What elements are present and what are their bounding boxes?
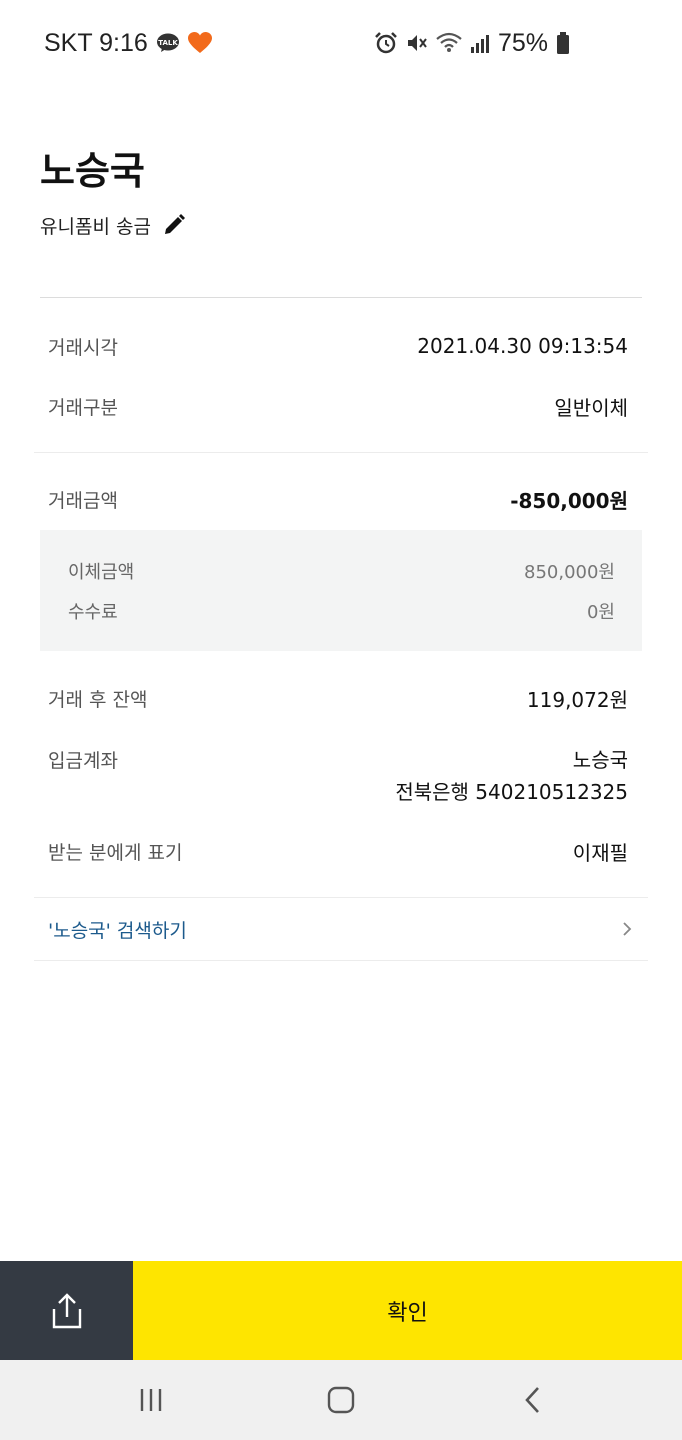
action-bar: 확인	[0, 1261, 682, 1360]
back-icon	[523, 1386, 543, 1414]
search-divider-bottom	[34, 960, 648, 961]
row-transaction-amount: 거래금액 -850,000원	[48, 483, 628, 515]
row-transfer-amount: 이체금액 850,000원	[68, 556, 615, 586]
label-transaction-amount: 거래금액	[48, 489, 118, 512]
search-recipient-link[interactable]: '노승국' 검색하기	[34, 898, 648, 960]
row-fee: 수수료 0원	[68, 596, 615, 626]
status-left: SKT 9:16 TALK	[44, 28, 212, 58]
share-icon	[51, 1292, 83, 1329]
status-right: 75%	[374, 28, 570, 58]
svg-text:TALK: TALK	[158, 39, 178, 47]
value-account-name: 노승국	[572, 748, 628, 772]
value-recipient-display: 이재필	[572, 840, 628, 865]
label-balance-after: 거래 후 잔액	[48, 688, 148, 711]
alarm-icon	[374, 31, 398, 55]
search-link-label: '노승국' 검색하기	[48, 919, 187, 942]
label-transaction-time: 거래시각	[48, 336, 118, 359]
recent-apps-button[interactable]	[131, 1380, 171, 1420]
mute-icon	[406, 32, 428, 54]
carrier-time: SKT 9:16	[44, 28, 148, 57]
row-transaction-type: 거래구분 일반이체	[48, 390, 628, 422]
battery-percent: 75%	[497, 28, 548, 57]
amount-breakdown: 이체금액 850,000원 수수료 0원	[40, 530, 642, 651]
value-account-number: 전북은행 540210512325	[395, 780, 628, 804]
label-recipient-display: 받는 분에게 표기	[48, 841, 183, 864]
section-divider	[34, 452, 648, 453]
row-deposit-account: 입금계좌	[48, 743, 628, 775]
label-fee: 수수료	[68, 602, 118, 623]
wifi-icon	[436, 32, 462, 54]
label-transfer-amount: 이체금액	[68, 562, 135, 583]
memo-text: 유니폼비 송금	[40, 215, 151, 238]
memo-row[interactable]: 유니폼비 송금	[40, 208, 185, 242]
pencil-icon[interactable]	[163, 214, 185, 236]
label-deposit-account: 입금계좌	[48, 749, 118, 772]
label-transaction-type: 거래구분	[48, 396, 118, 419]
page-title: 노승국	[40, 149, 145, 193]
confirm-button[interactable]: 확인	[133, 1261, 682, 1360]
value-fee: 0원	[586, 602, 615, 623]
recent-apps-icon	[138, 1387, 164, 1413]
system-nav-bar	[0, 1360, 682, 1440]
talk-icon: TALK	[156, 33, 180, 53]
value-balance-after: 119,072원	[526, 687, 628, 712]
chevron-right-icon	[620, 920, 634, 938]
battery-icon	[556, 32, 570, 54]
signal-icon	[470, 33, 490, 53]
value-transaction-type: 일반이체	[554, 395, 628, 420]
value-transaction-time: 2021.04.30 09:13:54	[417, 334, 628, 358]
value-transfer-amount: 850,000원	[524, 562, 615, 583]
share-button[interactable]	[0, 1261, 133, 1360]
value-transaction-amount: -850,000원	[510, 488, 628, 513]
header-divider	[40, 297, 642, 298]
status-bar: SKT 9:16 TALK 75%	[0, 0, 682, 86]
row-recipient-display: 받는 분에게 표기 이재필	[48, 835, 628, 867]
row-transaction-time: 거래시각 2021.04.30 09:13:54	[48, 330, 628, 362]
home-button[interactable]	[321, 1380, 361, 1420]
row-balance-after: 거래 후 잔액 119,072원	[48, 682, 628, 714]
heart-icon	[187, 32, 212, 54]
home-icon	[327, 1386, 355, 1414]
back-button[interactable]	[513, 1380, 553, 1420]
